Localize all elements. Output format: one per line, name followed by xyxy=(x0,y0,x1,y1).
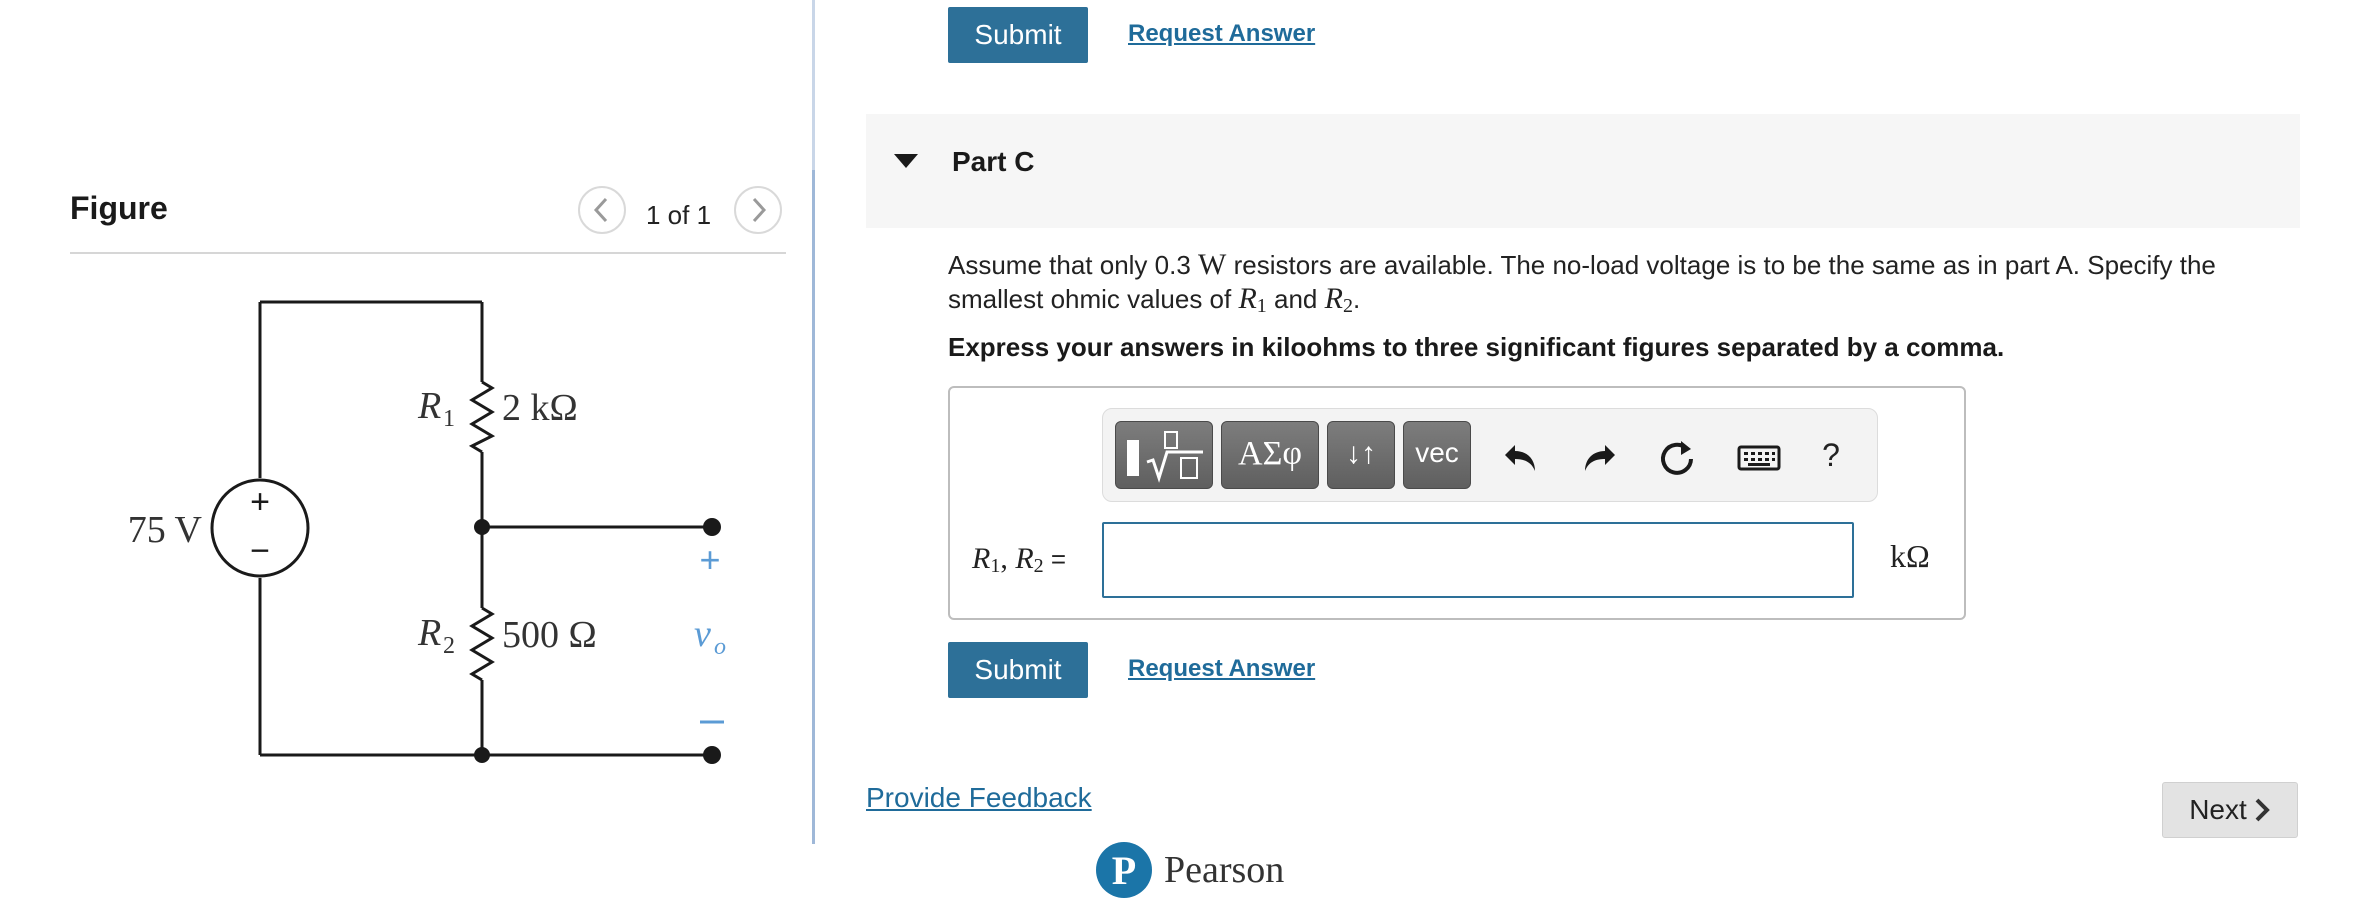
r2-value: 500 Ω xyxy=(502,614,597,656)
r1-subscript: 1 xyxy=(443,406,455,432)
voltage-source: + − xyxy=(210,478,310,578)
question-text-start: Assume that only 0.3 xyxy=(948,250,1199,280)
math-toolbar: ΑΣφ ↓↑ vec ? xyxy=(1102,408,1878,502)
var-r2-name: R xyxy=(1324,282,1343,315)
submit-button[interactable]: Submit xyxy=(948,642,1088,698)
figure-pager-text: 1 of 1 xyxy=(646,200,712,230)
vector-button[interactable]: vec xyxy=(1403,421,1471,489)
reset-button[interactable] xyxy=(1649,431,1705,479)
figure-next-button[interactable] xyxy=(734,186,782,234)
question-text: Assume that only 0.3 W resistors are ava… xyxy=(948,248,2248,323)
redo-button[interactable] xyxy=(1571,431,1627,479)
answer-label-r2-subscript: 2 xyxy=(1033,555,1044,577)
circuit-diagram: + − 75 V R 1 2 kΩ R 2 500 Ω + v o xyxy=(128,300,726,764)
output-voltage-subscript: o xyxy=(714,634,726,660)
next-button[interactable]: Next xyxy=(2162,782,2298,838)
help-button[interactable]: ? xyxy=(1807,431,1855,479)
figure-header: Figure 1 of 1 xyxy=(70,178,786,254)
var-r1-name: R xyxy=(1238,282,1257,315)
chevron-left-icon xyxy=(593,197,608,223)
submit-button-part-b[interactable]: Submit xyxy=(948,7,1088,63)
r2-name: R xyxy=(417,612,441,654)
next-button-label: Next xyxy=(2189,794,2247,825)
pearson-wordmark: Pearson xyxy=(1164,849,1285,891)
fraction-sqrt-template-icon xyxy=(1127,431,1203,483)
reset-icon xyxy=(1661,441,1693,475)
r2-subscript: 2 xyxy=(443,633,455,659)
redo-icon xyxy=(1585,445,1615,471)
figure-panel: Figure 1 of 1 + − 75 V R 1 2 kΩ R 2 500 … xyxy=(0,0,812,904)
output-plus: + xyxy=(699,539,720,580)
answer-label: R1, R2 = xyxy=(972,542,1066,578)
output-voltage-name: v xyxy=(694,613,711,655)
chevron-right-icon xyxy=(752,197,767,223)
request-answer-link-part-b[interactable]: Request Answer xyxy=(1128,20,1315,48)
panel-divider-accent xyxy=(812,170,815,844)
page: Figure 1 of 1 + − 75 V R 1 2 kΩ R 2 500 … xyxy=(0,0,2356,904)
answer-label-r1: R xyxy=(972,542,991,575)
keyboard-button[interactable] xyxy=(1727,431,1791,479)
keyboard-icon xyxy=(1737,445,1781,471)
source-plus: + xyxy=(250,483,270,521)
part-title: Part C xyxy=(952,146,1035,177)
pearson-logo: P Pearson xyxy=(1096,842,1306,904)
r1-value: 2 kΩ xyxy=(502,387,578,429)
part-c-header[interactable]: Part C xyxy=(866,114,2300,228)
question-unit-watt: W xyxy=(1198,248,1227,281)
figure-title: Figure xyxy=(70,190,168,226)
arrows-button[interactable]: ↓↑ xyxy=(1327,421,1395,489)
answer-label-r2: R xyxy=(1015,542,1034,575)
answer-box: ΑΣφ ↓↑ vec ? R1, R2 = kΩ xyxy=(948,386,1966,620)
var-r2-subscript: 2 xyxy=(1342,295,1353,317)
answer-input[interactable] xyxy=(1102,522,1854,598)
answer-label-separator: , xyxy=(1000,542,1016,575)
templates-button[interactable] xyxy=(1115,421,1213,489)
undo-icon xyxy=(1505,445,1535,471)
provide-feedback-link[interactable]: Provide Feedback xyxy=(866,782,1092,814)
greek-symbols-button[interactable]: ΑΣφ xyxy=(1221,421,1319,489)
undo-button[interactable] xyxy=(1493,431,1549,479)
question-text-end: . xyxy=(1352,284,1361,314)
panel-divider xyxy=(812,0,815,844)
pearson-logo-mark: P xyxy=(1096,842,1152,898)
answer-label-r1-subscript: 1 xyxy=(990,555,1001,577)
chevron-right-icon xyxy=(2255,798,2270,822)
source-voltage-label: 75 V xyxy=(128,509,203,551)
answer-instructions: Express your answers in kiloohms to thre… xyxy=(948,332,2005,362)
request-answer-link[interactable]: Request Answer xyxy=(1128,655,1315,683)
question-text-and: and xyxy=(1266,284,1325,314)
figure-prev-button[interactable] xyxy=(578,186,626,234)
answer-unit: kΩ xyxy=(1890,538,1930,574)
caret-down-icon[interactable] xyxy=(894,154,918,168)
source-minus: − xyxy=(250,532,270,570)
r1-name: R xyxy=(417,385,441,427)
answer-label-equals: = xyxy=(1043,544,1067,574)
var-r1-subscript: 1 xyxy=(1256,295,1267,317)
